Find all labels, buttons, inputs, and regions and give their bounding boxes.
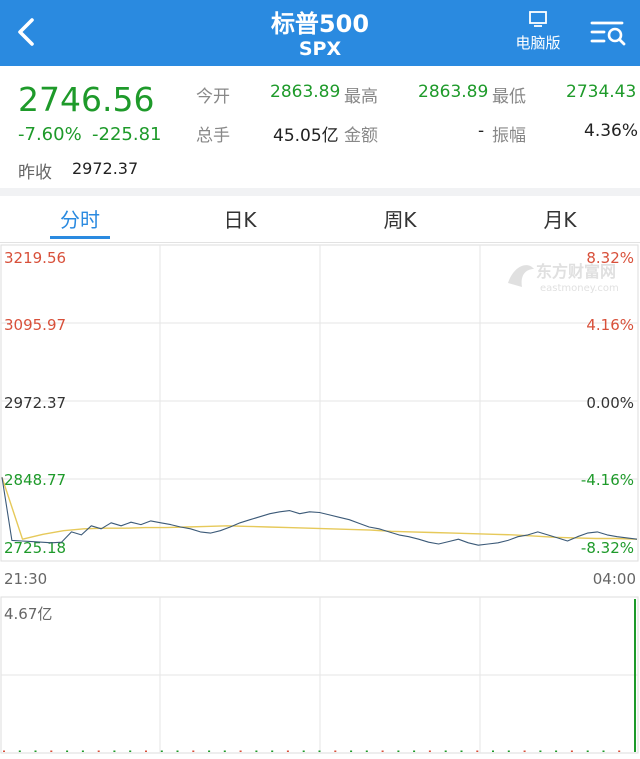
tab-monthly-k[interactable]: 月K xyxy=(500,204,620,233)
volume-bar xyxy=(586,750,589,752)
volume-bar xyxy=(176,750,179,752)
volume-bar xyxy=(476,750,479,752)
volume-bar xyxy=(365,750,368,752)
watermark-en: eastmoney.com xyxy=(540,283,619,294)
tab-daily-k[interactable]: 日K xyxy=(180,204,300,233)
intraday-chart[interactable]: 东方财富网 eastmoney.com 3219.56 3095.97 2972… xyxy=(0,243,640,759)
change-value: -225.81 xyxy=(92,124,162,145)
quote-panel: 2746.56 -7.60% -225.81 昨收 2972.37 今开 286… xyxy=(0,66,640,188)
y-right-label-0: 8.32% xyxy=(586,249,634,267)
volume-bar xyxy=(66,750,69,752)
y-right-label-2: 0.00% xyxy=(586,394,634,412)
low-label: 最低 xyxy=(492,87,526,107)
volume-bar xyxy=(523,750,526,752)
volume-bar xyxy=(507,750,510,752)
volume-bar xyxy=(334,750,337,752)
volume-value: 45.05亿 xyxy=(273,126,339,146)
top-bar: 标普500 SPX 电脑版 xyxy=(0,0,640,66)
volume-bar xyxy=(460,750,463,752)
low-value: 2734.43 xyxy=(566,82,637,102)
volume-bar xyxy=(50,750,53,752)
y-right-label-1: 4.16% xyxy=(586,316,634,334)
volume-bar xyxy=(428,750,431,752)
volume-bar xyxy=(255,750,258,752)
volume-bar xyxy=(271,750,274,752)
prev-close-value: 2972.37 xyxy=(72,159,139,178)
high-label: 最高 xyxy=(344,87,378,107)
y-right-label-4: -8.32% xyxy=(581,539,634,557)
tab-weekly-k[interactable]: 周K xyxy=(340,204,460,233)
volume-bar xyxy=(302,750,305,752)
y-right-label-3: -4.16% xyxy=(581,471,634,489)
volume-bar xyxy=(18,750,21,752)
volume-bar xyxy=(192,750,195,752)
volume-bar xyxy=(602,750,605,752)
volume-grid xyxy=(1,597,638,753)
volume-bar xyxy=(570,750,573,752)
amount-label: 金额 xyxy=(344,126,378,146)
open-value: 2863.89 xyxy=(270,82,341,102)
volume-bar xyxy=(318,750,321,752)
monitor-icon xyxy=(529,11,547,27)
volume-bar xyxy=(208,750,211,752)
amplitude-value: 4.36% xyxy=(584,121,639,141)
volume-bar xyxy=(413,750,416,752)
volume-bar xyxy=(3,750,5,752)
volume-max-label: 4.67亿 xyxy=(4,605,52,623)
y-left-label-3: 2848.77 xyxy=(4,471,66,489)
search-menu-icon[interactable] xyxy=(588,14,628,50)
volume-bar xyxy=(350,750,353,752)
volume-bar xyxy=(286,750,289,752)
volume-bar xyxy=(145,750,147,752)
open-label: 今开 xyxy=(196,87,230,107)
desktop-version-button[interactable]: 电脑版 xyxy=(506,6,570,53)
amplitude-label: 振幅 xyxy=(492,126,526,146)
volume-bar xyxy=(397,750,400,752)
volume-bar xyxy=(81,750,84,752)
last-price: 2746.56 xyxy=(18,80,155,119)
change-percent: -7.60% xyxy=(18,124,82,145)
prev-close-label: 昨收 xyxy=(18,163,52,183)
eastmoney-logo-icon xyxy=(508,265,534,287)
chart-tabs: 分时 日K 周K 月K xyxy=(0,196,640,242)
volume-label: 总手 xyxy=(196,126,230,146)
x-label-start: 21:30 xyxy=(4,570,47,588)
desktop-version-label: 电脑版 xyxy=(515,34,561,52)
volume-bar xyxy=(34,750,37,752)
volume-bar xyxy=(492,750,494,752)
volume-bar xyxy=(97,750,100,752)
volume-bar xyxy=(444,750,447,752)
x-label-end: 04:00 xyxy=(593,570,636,588)
volume-bar xyxy=(239,750,242,752)
volume-bar xyxy=(129,750,132,752)
volume-bar xyxy=(223,750,226,752)
volume-bar xyxy=(160,750,163,752)
volume-bar xyxy=(618,750,621,752)
volume-bar xyxy=(381,750,384,752)
active-tab-indicator xyxy=(50,236,110,239)
amount-value: - xyxy=(478,121,485,141)
volume-bar xyxy=(539,750,542,752)
high-value: 2863.89 xyxy=(418,82,489,102)
volume-bar xyxy=(634,599,636,752)
section-divider xyxy=(0,188,640,196)
y-left-label-1: 3095.97 xyxy=(4,316,66,334)
y-left-label-0: 3219.56 xyxy=(4,249,66,267)
volume-bar xyxy=(113,750,116,752)
y-left-label-2: 2972.37 xyxy=(4,394,66,412)
volume-bar xyxy=(555,750,558,752)
tab-intraday[interactable]: 分时 xyxy=(20,204,140,233)
